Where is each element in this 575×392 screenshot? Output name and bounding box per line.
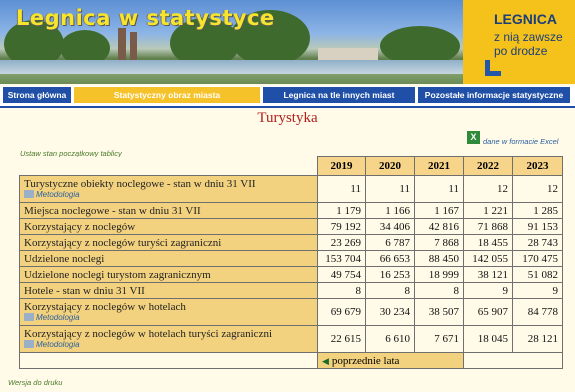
print-version-link[interactable]: Wersja do druku: [8, 378, 62, 387]
cell-value: 66 653: [365, 250, 415, 267]
cell-value: 1 179: [317, 202, 366, 219]
cell-value: 18 045: [463, 325, 513, 353]
row-label: Korzystający z noclegów: [19, 218, 318, 235]
table-row: Turystyczne obiekty noclegowe - stan w d…: [19, 175, 563, 203]
cell-value: 91 153: [512, 218, 563, 235]
cell-value: 142 055: [463, 250, 513, 267]
row-label: Korzystający z noclegów turyści zagranic…: [19, 234, 318, 251]
cell-value: 30 234: [365, 298, 415, 326]
arrow-left-icon: ◀: [322, 355, 329, 366]
row-label: Miejsca noclegowe - stan w dniu 31 VII: [19, 202, 318, 219]
banner: Legnica w statystyce LEGNICA z nią zawsz…: [0, 0, 575, 84]
cell-value: 9: [512, 282, 563, 299]
prev-years-row: ◀ poprzednie lata: [19, 352, 563, 369]
cell-value: 69 679: [317, 298, 366, 326]
row-label: Udzielone noclegi turystom zagranicznym: [19, 266, 318, 283]
nav-divider: [0, 106, 575, 108]
cell-value: 11: [414, 175, 464, 203]
table-row: Miejsca noclegowe - stan w dniu 31 VII 1…: [19, 202, 563, 219]
cell-value: 1 166: [365, 202, 415, 219]
cell-value: 28 743: [512, 234, 563, 251]
excel-download-link[interactable]: dane w formacie Excel: [483, 137, 558, 146]
document-icon: [24, 340, 34, 348]
cell-value: 12: [512, 175, 563, 203]
prev-years-button[interactable]: ◀ poprzednie lata: [317, 352, 464, 369]
cell-value: 38 507: [414, 298, 464, 326]
row-label: Hotele - stan w dniu 31 VII: [19, 282, 318, 299]
cell-value: 8: [414, 282, 464, 299]
year-header[interactable]: 2019: [317, 156, 366, 176]
cell-value: 23 269: [317, 234, 366, 251]
table-row: Udzielone noclegi turystom zagranicznym …: [19, 266, 563, 283]
nav-city-comparison[interactable]: Legnica na tle innych miast: [262, 86, 416, 104]
cell-value: 16 253: [365, 266, 415, 283]
logo-slogan: z nią zawsze po drodze: [494, 30, 563, 58]
methodology-link[interactable]: Metodologia: [24, 313, 313, 323]
cell-value: 88 450: [414, 250, 464, 267]
cell-value: 6 610: [365, 325, 415, 353]
excel-icon[interactable]: X: [467, 131, 480, 144]
cell-value: 38 121: [463, 266, 513, 283]
year-header[interactable]: 2021: [414, 156, 464, 176]
year-header[interactable]: 2023: [512, 156, 563, 176]
cell-value: 7 868: [414, 234, 464, 251]
cell-value: 153 704: [317, 250, 366, 267]
cell-value: 18 999: [414, 266, 464, 283]
tourism-table: 2019 2020 2021 2022 2023 Turystyczne obi…: [19, 156, 563, 369]
cell-value: 49 754: [317, 266, 366, 283]
cell-value: 8: [317, 282, 366, 299]
cell-value: 8: [365, 282, 415, 299]
page-title: Turystyka: [257, 110, 318, 126]
table-row: Korzystający z noclegów 79 192 34 406 42…: [19, 218, 563, 235]
logo-city-name: LEGNICA: [494, 11, 557, 27]
cell-value: 84 778: [512, 298, 563, 326]
nav-home[interactable]: Strona główna: [2, 86, 72, 104]
year-header[interactable]: 2020: [365, 156, 415, 176]
cell-value: 1 221: [463, 202, 513, 219]
document-icon: [24, 313, 34, 321]
table-row: Hotele - stan w dniu 31 VII 8 8 8 9 9: [19, 282, 563, 299]
main-nav: Strona główna Statystyczny obraz miasta …: [0, 86, 575, 106]
cell-value: 9: [463, 282, 513, 299]
cell-value: 18 455: [463, 234, 513, 251]
cell-value: 7 671: [414, 325, 464, 353]
methodology-link[interactable]: Metodologia: [24, 340, 313, 350]
cell-value: 34 406: [365, 218, 415, 235]
row-label: Korzystający z noclegów w hotelach turyś…: [24, 328, 273, 340]
cell-value: 65 907: [463, 298, 513, 326]
cell-value: 71 868: [463, 218, 513, 235]
row-label: Korzystający z noclegów w hotelach: [24, 301, 186, 313]
cell-value: 42 816: [414, 218, 464, 235]
table-header-row: 2019 2020 2021 2022 2023: [19, 156, 563, 176]
year-header[interactable]: 2022: [463, 156, 513, 176]
document-icon: [24, 190, 34, 198]
cell-value: 1 167: [414, 202, 464, 219]
table-row: Udzielone noclegi 153 704 66 653 88 450 …: [19, 250, 563, 267]
cell-value: 11: [365, 175, 415, 203]
row-label: Turystyczne obiekty noclegowe - stan w d…: [24, 178, 256, 190]
cell-value: 28 121: [512, 325, 563, 353]
cell-value: 12: [463, 175, 513, 203]
nav-city-statistics[interactable]: Statystyczny obraz miasta: [73, 86, 261, 104]
cell-value: 11: [317, 175, 366, 203]
cell-value: 22 615: [317, 325, 366, 353]
table-row: Korzystający z noclegów turyści zagranic…: [19, 234, 563, 251]
cell-value: 170 475: [512, 250, 563, 267]
row-label: Udzielone noclegi: [19, 250, 318, 267]
table-row: Korzystający z noclegów w hotelach turyś…: [19, 325, 563, 353]
banner-title: Legnica w statystyce: [16, 6, 275, 30]
cell-value: 79 192: [317, 218, 366, 235]
city-logo[interactable]: LEGNICA z nią zawsze po drodze: [463, 0, 575, 84]
nav-other-statistics[interactable]: Pozostałe informacje statystyczne: [417, 86, 571, 104]
table-row: Korzystający z noclegów w hotelach Metodo…: [19, 298, 563, 326]
cell-value: 6 787: [365, 234, 415, 251]
cell-value: 51 082: [512, 266, 563, 283]
methodology-link[interactable]: Metodologia: [24, 190, 313, 200]
cell-value: 1 285: [512, 202, 563, 219]
